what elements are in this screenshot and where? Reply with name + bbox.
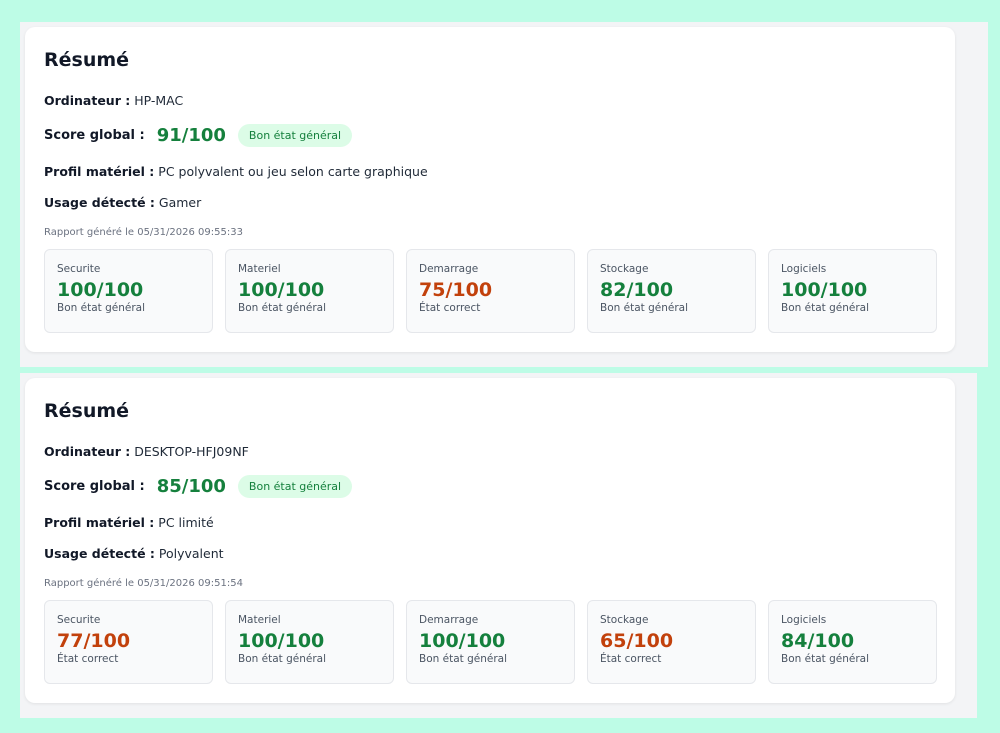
hardware-profile-value: PC limité bbox=[158, 515, 214, 530]
summary-card: Résumé Ordinateur : HP-MAC Score global … bbox=[25, 27, 955, 352]
hardware-profile-label: Profil matériel : bbox=[44, 515, 155, 530]
category-score: 65/100 bbox=[600, 630, 674, 652]
category-tile-stockage: Stockage 65/100 État correct bbox=[587, 600, 756, 684]
category-status: État correct bbox=[419, 302, 481, 314]
usage-row: Usage détecté : Gamer bbox=[44, 195, 201, 210]
category-tile-securite: Securite 77/100 État correct bbox=[44, 600, 213, 684]
category-name: Logiciels bbox=[781, 263, 827, 275]
category-tile-securite: Securite 100/100 Bon état général bbox=[44, 249, 213, 333]
category-status: État correct bbox=[57, 653, 119, 665]
category-score: 100/100 bbox=[238, 630, 325, 652]
summary-card: Résumé Ordinateur : DESKTOP-HFJ09NF Scor… bbox=[25, 378, 955, 703]
computer-name: DESKTOP-HFJ09NF bbox=[134, 444, 249, 459]
category-score: 84/100 bbox=[781, 630, 855, 652]
category-tile-demarrage: Demarrage 100/100 Bon état général bbox=[406, 600, 575, 684]
category-status: Bon état général bbox=[238, 653, 326, 665]
usage-label: Usage détecté : bbox=[44, 546, 155, 561]
category-status: Bon état général bbox=[781, 302, 869, 314]
global-score-label: Score global : bbox=[44, 479, 145, 494]
category-score: 100/100 bbox=[57, 279, 144, 301]
computer-label: Ordinateur : bbox=[44, 444, 131, 459]
category-name: Demarrage bbox=[419, 614, 479, 626]
category-score: 82/100 bbox=[600, 279, 674, 301]
usage-value: Gamer bbox=[158, 195, 202, 210]
status-badge: Bon état général bbox=[237, 475, 353, 498]
category-tile-stockage: Stockage 82/100 Bon état général bbox=[587, 249, 756, 333]
category-status: Bon état général bbox=[600, 302, 688, 314]
report-timestamp: Rapport généré le 05/31/2026 09:55:33 bbox=[44, 227, 243, 238]
global-score-value: 85/100 bbox=[156, 476, 226, 497]
computer-label: Ordinateur : bbox=[44, 93, 131, 108]
usage-value: Polyvalent bbox=[158, 546, 224, 561]
category-name: Demarrage bbox=[419, 263, 479, 275]
category-score: 100/100 bbox=[238, 279, 325, 301]
category-name: Securite bbox=[57, 614, 101, 626]
computer-row: Ordinateur : HP-MAC bbox=[44, 93, 183, 108]
category-name: Securite bbox=[57, 263, 101, 275]
status-badge: Bon état général bbox=[237, 124, 353, 147]
category-status: État correct bbox=[600, 653, 662, 665]
hardware-profile-row: Profil matériel : PC limité bbox=[44, 515, 214, 530]
hardware-profile-value: PC polyvalent ou jeu selon carte graphiq… bbox=[158, 164, 428, 179]
category-name: Logiciels bbox=[781, 614, 827, 626]
global-score-row: Score global : 85/100 Bon état général bbox=[44, 475, 353, 498]
summary-title: Résumé bbox=[44, 400, 130, 422]
category-status: Bon état général bbox=[781, 653, 869, 665]
usage-row: Usage détecté : Polyvalent bbox=[44, 546, 224, 561]
category-tile-demarrage: Demarrage 75/100 État correct bbox=[406, 249, 575, 333]
category-score: 100/100 bbox=[781, 279, 868, 301]
category-score: 100/100 bbox=[419, 630, 506, 652]
category-tiles: Securite 100/100 Bon état général Materi… bbox=[44, 249, 937, 333]
hardware-profile-row: Profil matériel : PC polyvalent ou jeu s… bbox=[44, 164, 428, 179]
global-score-label: Score global : bbox=[44, 128, 145, 143]
category-status: Bon état général bbox=[419, 653, 507, 665]
category-name: Stockage bbox=[600, 263, 649, 275]
global-score-row: Score global : 91/100 Bon état général bbox=[44, 124, 353, 147]
category-tile-materiel: Materiel 100/100 Bon état général bbox=[225, 249, 394, 333]
computer-row: Ordinateur : DESKTOP-HFJ09NF bbox=[44, 444, 249, 459]
category-name: Materiel bbox=[238, 263, 281, 275]
summary-title: Résumé bbox=[44, 49, 130, 71]
global-score-value: 91/100 bbox=[156, 125, 226, 146]
category-score: 75/100 bbox=[419, 279, 493, 301]
category-status: Bon état général bbox=[57, 302, 145, 314]
category-name: Materiel bbox=[238, 614, 281, 626]
category-status: Bon état général bbox=[238, 302, 326, 314]
computer-name: HP-MAC bbox=[134, 93, 184, 108]
category-name: Stockage bbox=[600, 614, 649, 626]
usage-label: Usage détecté : bbox=[44, 195, 155, 210]
category-tile-logiciels: Logiciels 84/100 Bon état général bbox=[768, 600, 937, 684]
category-tiles: Securite 77/100 État correct Materiel 10… bbox=[44, 600, 937, 684]
category-score: 77/100 bbox=[57, 630, 131, 652]
category-tile-materiel: Materiel 100/100 Bon état général bbox=[225, 600, 394, 684]
report-timestamp: Rapport généré le 05/31/2026 09:51:54 bbox=[44, 578, 243, 589]
category-tile-logiciels: Logiciels 100/100 Bon état général bbox=[768, 249, 937, 333]
hardware-profile-label: Profil matériel : bbox=[44, 164, 155, 179]
